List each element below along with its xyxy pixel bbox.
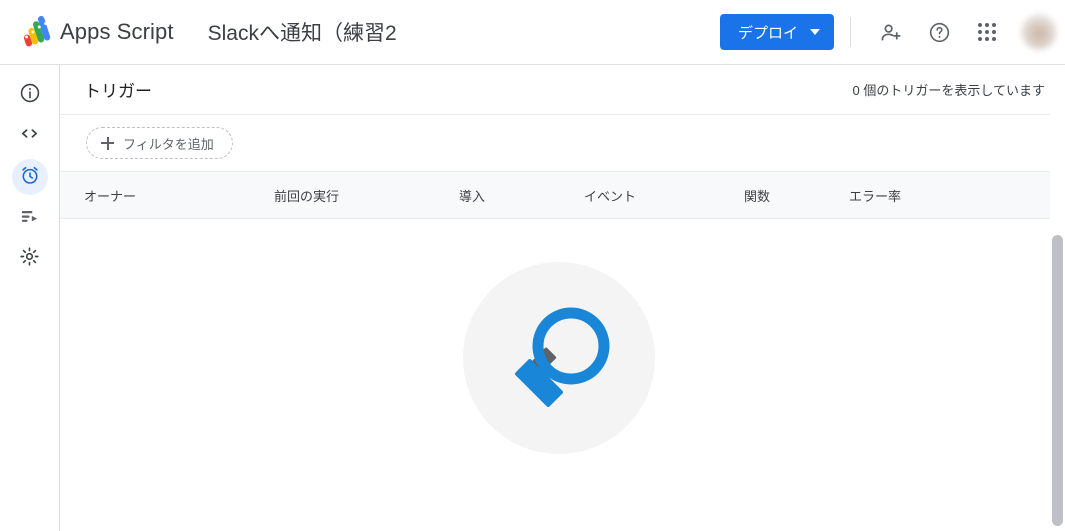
column-header-function[interactable]: 関数 [744,186,849,205]
code-brackets-icon [18,122,41,150]
sidebar-item-triggers[interactable] [11,159,48,195]
info-circle-icon [19,82,41,109]
column-header-error-rate[interactable]: エラー率 [849,186,901,205]
deploy-button-label: デプロイ [737,24,798,42]
add-filter-button[interactable]: フィルタを追加 [86,127,233,159]
left-sidebar [0,65,60,531]
column-header-deployment[interactable]: 導入 [459,186,584,205]
chevron-down-icon [810,29,820,35]
pane-header: トリガー 0 個のトリガーを表示しています [60,65,1065,115]
page-title: トリガー [84,82,152,101]
deploy-button[interactable]: デプロイ [719,14,834,50]
plus-icon [101,136,114,150]
sidebar-item-settings[interactable] [12,241,48,277]
add-filter-label: フィルタを追加 [123,136,214,152]
top-app-bar: Apps Script Slackへ通知（練習2 デプロイ [0,0,1065,65]
filter-toolbar: フィルタを追加 [60,115,1065,171]
scrollbar-thumb[interactable] [1052,235,1063,526]
gear-icon [18,245,41,273]
sidebar-item-overview[interactable] [12,77,48,113]
column-header-last-run[interactable]: 前回の実行 [274,186,459,205]
column-header-owner[interactable]: オーナー [84,186,274,205]
triggers-pane: トリガー 0 個のトリガーを表示しています フィルタを追加 オーナー 前回の実行… [60,65,1065,531]
column-header-event[interactable]: イベント [584,186,744,205]
person-add-icon[interactable] [872,13,910,51]
executions-list-icon [18,204,41,232]
avatar[interactable] [1021,14,1057,50]
alarm-clock-icon [19,164,41,191]
toolbar-divider [850,17,851,47]
apps-grid-dots [978,23,996,41]
vertical-scrollbar[interactable] [1050,65,1065,531]
document-title[interactable]: Slackへ通知（練習2 [208,17,397,47]
table-header-row: オーナー 前回の実行 導入 イベント 関数 エラー率 [60,171,1065,219]
trigger-count-label: 0 個のトリガーを表示しています [852,83,1045,98]
sidebar-item-editor[interactable] [12,118,48,154]
sidebar-item-executions[interactable] [12,200,48,236]
app-root: Apps Script Slackへ通知（練習2 デプロイ トリガー 0 個のト… [0,0,1065,531]
brand-name[interactable]: Apps Script [60,19,174,45]
top-bar-actions: デプロイ [719,0,1065,64]
apps-grid-icon[interactable] [968,13,1006,51]
empty-state: トリガーを追加 [60,219,1065,531]
apps-script-logo-icon[interactable] [12,9,58,55]
magnifying-glass-icon [505,301,615,418]
help-circle-icon[interactable] [920,13,958,51]
